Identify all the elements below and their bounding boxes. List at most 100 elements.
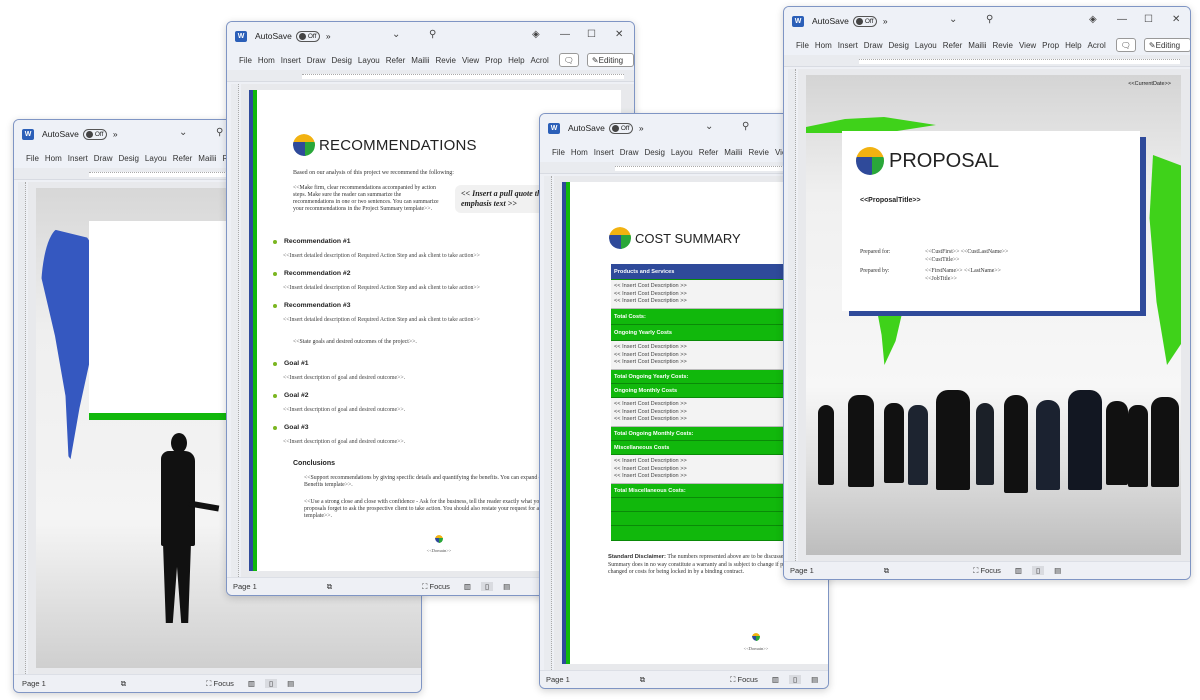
tab-design[interactable]: Desig xyxy=(644,148,664,157)
chevron-down-icon[interactable]: ⌄ xyxy=(949,14,957,25)
tab-draw[interactable]: Draw xyxy=(307,56,326,65)
more-commands-icon[interactable]: » xyxy=(113,129,118,139)
tab-references[interactable]: Refer xyxy=(173,154,193,163)
more-commands-icon[interactable]: » xyxy=(639,123,644,133)
tab-mailings[interactable]: Mailii xyxy=(968,41,986,50)
editing-mode-button[interactable]: ✎ Editing xyxy=(1143,38,1190,52)
tab-design[interactable]: Desig xyxy=(331,56,351,65)
chevron-down-icon[interactable]: ⌄ xyxy=(179,127,187,138)
document-page[interactable]: <<CurrentDate>> PROPOSAL <<ProposalTitle… xyxy=(806,75,1181,555)
tab-mailings[interactable]: Mailii xyxy=(411,56,429,65)
more-commands-icon[interactable]: » xyxy=(326,31,331,41)
web-layout-icon[interactable]: ▤ xyxy=(287,679,294,688)
autosave-toggle[interactable]: Off xyxy=(852,15,877,27)
tab-references[interactable]: Refer xyxy=(386,56,406,65)
tab-insert[interactable]: Insert xyxy=(68,154,88,163)
accessibility-icon[interactable]: ⧉ xyxy=(884,566,889,576)
tab-insert[interactable]: Insert xyxy=(838,41,858,50)
page-indicator[interactable]: Page 1 xyxy=(790,566,814,575)
tab-review[interactable]: Revie xyxy=(993,41,1013,50)
tab-insert[interactable]: Insert xyxy=(594,148,614,157)
print-layout-icon[interactable]: ▯ xyxy=(1032,566,1045,575)
tab-file[interactable]: File xyxy=(26,154,39,163)
web-layout-icon[interactable]: ▤ xyxy=(503,582,510,591)
focus-button[interactable]: ⛶ Focus xyxy=(973,566,1001,576)
comments-button[interactable]: 🗨 xyxy=(1115,38,1136,52)
print-layout-icon[interactable]: ▯ xyxy=(481,582,494,591)
tab-file[interactable]: File xyxy=(239,56,252,65)
tab-help[interactable]: Help xyxy=(1065,41,1081,50)
autosave-toggle[interactable]: Off xyxy=(295,30,320,42)
tab-insert[interactable]: Insert xyxy=(281,56,301,65)
diamond-icon[interactable]: ◈ xyxy=(1089,14,1097,25)
diamond-icon[interactable]: ◈ xyxy=(532,29,540,40)
page-indicator[interactable]: Page 1 xyxy=(22,679,46,688)
accessibility-icon[interactable]: ⧉ xyxy=(121,679,126,689)
minimize-icon[interactable]: — xyxy=(1117,14,1127,25)
vertical-ruler[interactable] xyxy=(18,182,26,674)
print-layout-icon[interactable]: ▯ xyxy=(265,679,278,688)
focus-button[interactable]: ⛶ Focus xyxy=(206,679,234,689)
tab-home[interactable]: Hom xyxy=(258,56,275,65)
tab-design[interactable]: Desig xyxy=(888,41,908,50)
close-icon[interactable]: ✕ xyxy=(1172,14,1180,25)
tab-home[interactable]: Hom xyxy=(45,154,62,163)
accessibility-icon[interactable]: ⧉ xyxy=(327,582,332,592)
tab-draw[interactable]: Draw xyxy=(864,41,883,50)
tab-layout[interactable]: Layou xyxy=(145,154,167,163)
tab-review[interactable]: Revie xyxy=(749,148,769,157)
tab-home[interactable]: Hom xyxy=(571,148,588,157)
tab-review[interactable]: Revie xyxy=(436,56,456,65)
print-layout-icon[interactable]: ▯ xyxy=(789,675,802,684)
search-icon[interactable]: ⚲ xyxy=(216,127,223,138)
focus-button[interactable]: ⛶ Focus xyxy=(730,675,758,685)
tab-mailings[interactable]: Mailii xyxy=(198,154,216,163)
tab-file[interactable]: File xyxy=(552,148,565,157)
maximize-icon[interactable]: ☐ xyxy=(587,29,596,40)
vertical-ruler[interactable] xyxy=(231,84,239,577)
horizontal-ruler[interactable] xyxy=(784,55,1190,67)
search-icon[interactable]: ⚲ xyxy=(742,121,749,132)
close-icon[interactable]: ✕ xyxy=(615,29,623,40)
comments-button[interactable]: 🗨 xyxy=(558,53,579,67)
tab-properties[interactable]: Prop xyxy=(1042,41,1059,50)
tab-properties[interactable]: Prop xyxy=(485,56,502,65)
chevron-down-icon[interactable]: ⌄ xyxy=(705,121,713,132)
tab-references[interactable]: Refer xyxy=(699,148,719,157)
tab-view[interactable]: View xyxy=(462,56,479,65)
read-mode-icon[interactable]: ▥ xyxy=(464,582,471,591)
tab-layout[interactable]: Layou xyxy=(915,41,937,50)
read-mode-icon[interactable]: ▥ xyxy=(772,675,779,684)
chevron-down-icon[interactable]: ⌄ xyxy=(392,29,400,40)
tab-mailings[interactable]: Mailii xyxy=(724,148,742,157)
autosave-toggle[interactable]: Off xyxy=(82,128,107,140)
more-commands-icon[interactable]: » xyxy=(883,16,888,26)
read-mode-icon[interactable]: ▥ xyxy=(248,679,255,688)
editing-mode-button[interactable]: ✎ Editing xyxy=(586,53,634,67)
minimize-icon[interactable]: — xyxy=(560,29,570,40)
autosave-toggle[interactable]: Off xyxy=(608,122,633,134)
page-indicator[interactable]: Page 1 xyxy=(233,582,257,591)
tab-layout[interactable]: Layou xyxy=(671,148,693,157)
tab-references[interactable]: Refer xyxy=(943,41,963,50)
tab-acrobat[interactable]: Acrol xyxy=(1088,41,1106,50)
tab-home[interactable]: Hom xyxy=(815,41,832,50)
tab-acrobat[interactable]: Acrol xyxy=(531,56,549,65)
tab-draw[interactable]: Draw xyxy=(94,154,113,163)
vertical-ruler[interactable] xyxy=(788,69,796,561)
vertical-ruler[interactable] xyxy=(544,176,552,670)
focus-button[interactable]: ⛶ Focus xyxy=(422,582,450,592)
tab-design[interactable]: Desig xyxy=(118,154,138,163)
tab-draw[interactable]: Draw xyxy=(620,148,639,157)
tab-help[interactable]: Help xyxy=(508,56,524,65)
page-indicator[interactable]: Page 1 xyxy=(546,675,570,684)
horizontal-ruler[interactable] xyxy=(227,70,634,82)
tab-file[interactable]: File xyxy=(796,41,809,50)
tab-view[interactable]: View xyxy=(1019,41,1036,50)
web-layout-icon[interactable]: ▤ xyxy=(811,675,818,684)
search-icon[interactable]: ⚲ xyxy=(429,29,436,40)
read-mode-icon[interactable]: ▥ xyxy=(1015,566,1022,575)
search-icon[interactable]: ⚲ xyxy=(986,14,993,25)
web-layout-icon[interactable]: ▤ xyxy=(1054,566,1061,575)
maximize-icon[interactable]: ☐ xyxy=(1144,14,1153,25)
